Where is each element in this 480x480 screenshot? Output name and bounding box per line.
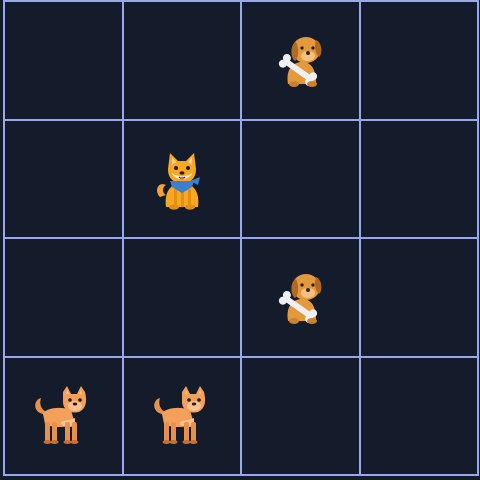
board-cell[interactable] xyxy=(359,119,478,238)
dog-with-bone-icon[interactable] xyxy=(268,265,332,329)
board-cell[interactable] xyxy=(4,1,123,120)
board-cell[interactable] xyxy=(4,356,123,475)
board-cell[interactable] xyxy=(4,119,123,238)
board-cell[interactable] xyxy=(4,238,123,357)
game-board xyxy=(3,0,479,476)
board-cell[interactable] xyxy=(359,1,478,120)
board-cell[interactable] xyxy=(359,356,478,475)
board-cell[interactable] xyxy=(122,1,241,120)
board-cell[interactable] xyxy=(122,356,241,475)
board-cell[interactable] xyxy=(122,238,241,357)
board-cell[interactable] xyxy=(241,356,360,475)
board-cell[interactable] xyxy=(241,119,360,238)
standing-dog-icon[interactable] xyxy=(150,384,214,448)
dog-with-bone-icon[interactable] xyxy=(268,28,332,92)
board-cell[interactable] xyxy=(241,1,360,120)
standing-dog-icon[interactable] xyxy=(31,384,95,448)
board-cell[interactable] xyxy=(241,238,360,357)
shiba-with-bandana-icon[interactable] xyxy=(150,147,214,211)
board-cell[interactable] xyxy=(122,119,241,238)
board-cell[interactable] xyxy=(359,238,478,357)
